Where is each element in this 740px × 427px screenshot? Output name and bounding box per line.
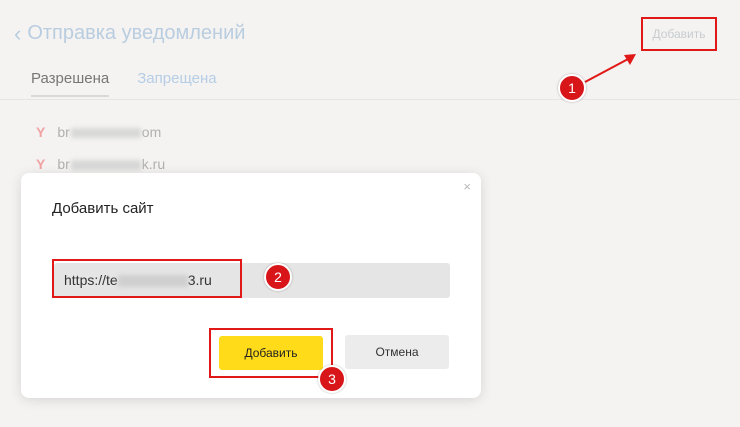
notification-settings-page: ‹ Отправка уведомлений Добавить Разрешен… [0,0,740,427]
annotation-arrow [584,54,636,83]
annotation-badge-1: 1 [558,74,586,102]
annotation-badge-2: 2 [264,263,292,291]
annotation-badge-3: 3 [318,365,346,393]
